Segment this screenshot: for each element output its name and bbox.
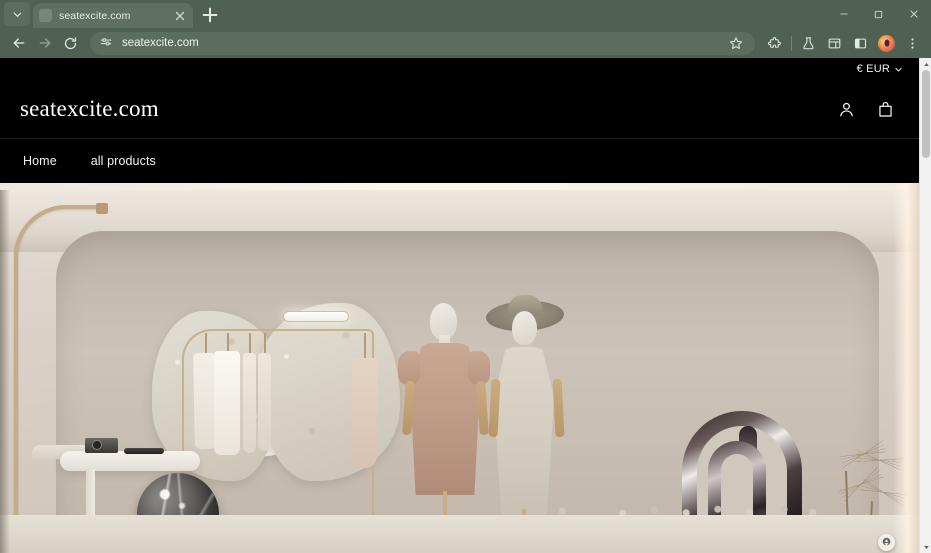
right-light-glow — [893, 183, 919, 553]
labs-button[interactable] — [796, 31, 821, 56]
extensions-button[interactable] — [762, 31, 787, 56]
browser-menu-button[interactable] — [900, 31, 925, 56]
hanger — [205, 333, 207, 355]
scrollbar-track[interactable] — [920, 70, 931, 541]
hanger — [264, 333, 266, 355]
hanger — [364, 333, 366, 361]
reload-button[interactable] — [58, 31, 83, 56]
caret-up-icon — [923, 62, 929, 66]
hanger — [227, 333, 229, 353]
split-screen-icon — [828, 38, 841, 48]
bar-light-fixture — [283, 311, 349, 322]
address-bar-text[interactable]: seatexcite.com — [122, 37, 199, 49]
browser-tab[interactable]: seatexcite.com — [33, 3, 193, 28]
currency-selector[interactable]: € EUR — [857, 63, 903, 75]
sunglasses — [124, 448, 164, 454]
site-header: seatexcite.com — [0, 80, 919, 138]
tab-search-button[interactable] — [4, 2, 30, 26]
page-viewport: € EUR seatexcite.com Home all products — [0, 58, 931, 553]
side-panel-button[interactable] — [848, 31, 873, 56]
nav-item-all-products[interactable]: all products — [91, 154, 156, 168]
maximize-button[interactable] — [861, 0, 896, 28]
garment — [352, 358, 377, 468]
flask-icon — [803, 36, 814, 49]
toolbar-divider — [791, 35, 792, 51]
site-logo[interactable]: seatexcite.com — [20, 96, 159, 122]
close-icon — [910, 10, 917, 18]
nav-item-home[interactable]: Home — [23, 154, 57, 168]
announcement-bar: € EUR — [0, 58, 919, 80]
close-window-button[interactable] — [896, 0, 931, 28]
forward-arrow-icon — [39, 38, 50, 48]
hero-image[interactable] — [0, 183, 919, 553]
address-bar[interactable]: seatexcite.com — [90, 31, 755, 55]
tab-strip: seatexcite.com — [0, 0, 931, 28]
showroom-floor — [0, 515, 919, 553]
tune-sliders-icon[interactable] — [99, 36, 113, 50]
bookmark-button[interactable] — [726, 33, 746, 53]
maximize-icon — [874, 10, 883, 18]
site-navigation: Home all products — [0, 139, 919, 183]
minimize-button[interactable] — [826, 0, 861, 28]
left-shadow-edge — [0, 190, 10, 553]
image-badge-icon[interactable] — [878, 534, 895, 551]
tab-favicon — [39, 9, 52, 22]
camera-lens — [92, 440, 102, 450]
split-view-button[interactable] — [822, 31, 847, 56]
profile-avatar-icon — [878, 34, 895, 52]
forward-button[interactable] — [32, 31, 57, 56]
star-icon — [729, 37, 743, 50]
dress-sleeve — [468, 351, 490, 385]
back-arrow-icon — [13, 38, 24, 48]
three-dot-menu-icon — [911, 37, 914, 49]
garment — [214, 351, 240, 455]
scroll-down-button[interactable] — [920, 541, 931, 553]
page-scrollbar[interactable] — [919, 58, 931, 553]
new-tab-button[interactable] — [199, 4, 221, 26]
location-pin-icon — [882, 537, 891, 546]
side-panel-icon — [854, 38, 867, 48]
chevron-down-icon — [895, 67, 902, 71]
browser-window: seatexcite.com seatexcite.com € EUR seat… — [0, 0, 931, 553]
scrollbar-thumb[interactable] — [922, 70, 930, 158]
website-content: € EUR seatexcite.com Home all products — [0, 58, 919, 553]
tab-title: seatexcite.com — [59, 9, 131, 22]
garment — [258, 353, 271, 451]
currency-label: € EUR — [856, 63, 890, 75]
window-controls — [826, 0, 931, 28]
mannequin-dress-grey — [494, 347, 554, 515]
gold-pipe-cap — [96, 203, 108, 214]
ceiling-light-strip — [0, 183, 919, 190]
browser-toolbar: seatexcite.com — [0, 28, 931, 58]
puzzle-piece-icon — [768, 36, 781, 48]
chevron-down-icon — [13, 12, 21, 17]
garment — [243, 353, 256, 453]
reload-icon — [64, 36, 77, 49]
account-person-icon[interactable] — [837, 100, 856, 119]
caret-down-icon — [923, 545, 929, 549]
profile-button[interactable] — [874, 31, 899, 56]
tab-close-button[interactable] — [173, 9, 187, 23]
plus-icon — [202, 7, 218, 23]
white-bench — [60, 451, 200, 471]
close-icon — [175, 11, 185, 20]
mannequin-head — [512, 311, 537, 345]
scroll-up-button[interactable] — [920, 58, 931, 70]
hero-scene — [0, 183, 919, 553]
back-button[interactable] — [6, 31, 31, 56]
header-actions — [837, 100, 903, 119]
minimize-icon — [840, 13, 847, 15]
dress-sleeve — [398, 351, 420, 385]
hanger — [249, 333, 251, 355]
shopping-bag-icon[interactable] — [876, 100, 895, 119]
